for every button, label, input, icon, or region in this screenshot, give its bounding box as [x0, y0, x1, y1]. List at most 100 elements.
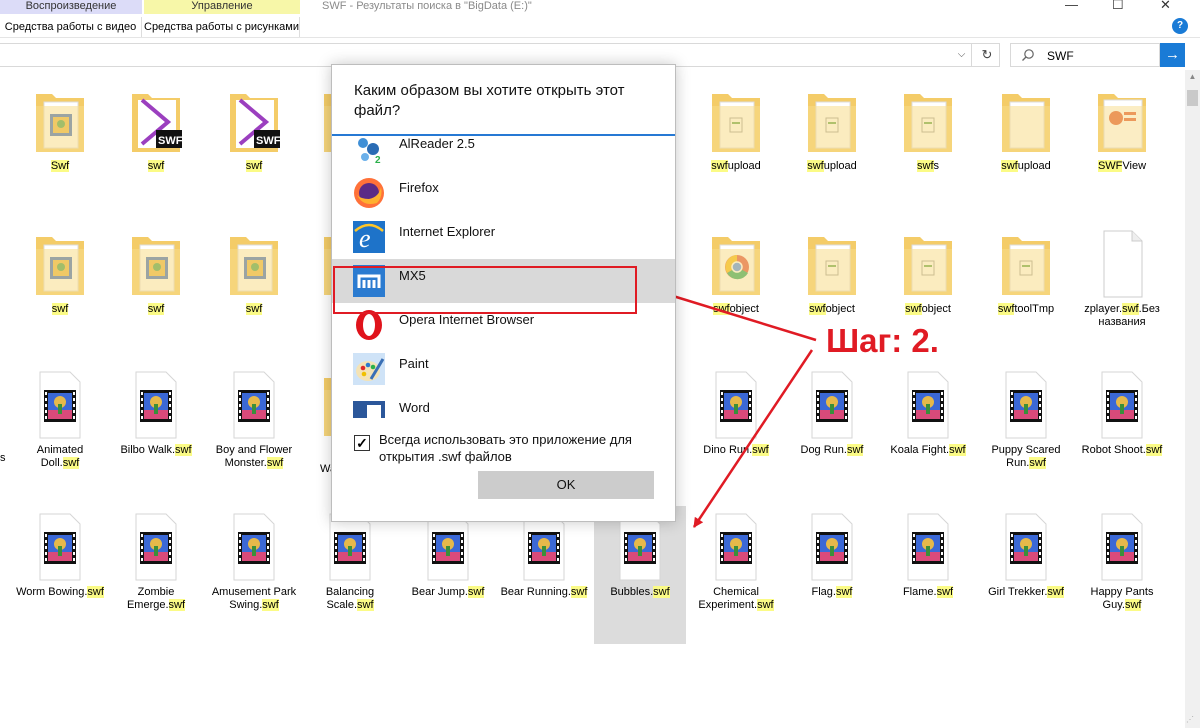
- file-item[interactable]: Bilbo Walk.swf: [110, 368, 202, 457]
- file-item[interactable]: Bear Jump.swf: [402, 510, 494, 599]
- search-match-highlight: swf: [245, 160, 263, 172]
- file-name: Robot Shoot.swf: [1078, 444, 1166, 457]
- app-item-alreader[interactable]: 2 AlReader 2.5: [332, 136, 675, 171]
- tab-manage-heading[interactable]: Управление: [144, 0, 300, 14]
- file-item[interactable]: swf: [110, 227, 202, 316]
- chevron-down-icon[interactable]: ⌵: [952, 44, 972, 66]
- file-name: Koala Fight.swf: [884, 444, 972, 457]
- file-item[interactable]: Girl Trekker.swf: [980, 510, 1072, 599]
- search-match-highlight: swf: [757, 599, 774, 611]
- file-item[interactable]: swfobject: [786, 227, 878, 316]
- file-name: swfobject: [884, 303, 972, 316]
- app-item-firefox[interactable]: Firefox: [332, 171, 675, 215]
- file-item[interactable]: Swf: [14, 84, 106, 173]
- search-match-highlight: Swf: [50, 160, 70, 172]
- file-item[interactable]: swf: [14, 227, 106, 316]
- file-name: Amusement Park Swing.swf: [210, 586, 298, 612]
- file-name: swf: [112, 303, 200, 316]
- ok-button[interactable]: OK: [478, 471, 654, 499]
- file-item[interactable]: Flame.swf: [882, 510, 974, 599]
- search-go-button[interactable]: →: [1160, 43, 1185, 67]
- file-name-prefix: Bilbo Walk.: [120, 444, 176, 456]
- file-name: Bear Jump.swf: [404, 586, 492, 599]
- window-title: SWF - Результаты поиска в "BigData (E:)": [322, 0, 532, 12]
- search-match-highlight: SWF: [1097, 160, 1123, 172]
- file-item[interactable]: SWF swf: [110, 84, 202, 173]
- minimize-icon[interactable]: —: [1065, 0, 1078, 12]
- file-name-prefix: Amusement Park Swing.: [211, 586, 297, 611]
- search-input[interactable]: SWF: [1010, 43, 1160, 67]
- file-item[interactable]: SWF swf: [208, 84, 300, 173]
- file-item[interactable]: Animated Doll.swf: [14, 368, 106, 470]
- scroll-up-icon[interactable]: ▲: [1185, 72, 1200, 81]
- file-item[interactable]: SWFView: [1076, 84, 1168, 173]
- file-name-prefix: Dino Run.: [703, 444, 753, 456]
- file-name: Zombie Emerge.swf: [112, 586, 200, 612]
- file-item[interactable]: swfupload: [980, 84, 1072, 173]
- search-match-highlight: swf: [809, 303, 826, 315]
- video-file-icon: [1076, 368, 1168, 440]
- file-item[interactable]: swfobject: [690, 227, 782, 316]
- file-item[interactable]: Balancing Scale.swf: [304, 510, 396, 612]
- file-item[interactable]: Happy Pants Guy.swf: [1076, 510, 1168, 612]
- file-name: swfupload: [788, 160, 876, 173]
- folder-doc-icon: [882, 227, 974, 299]
- file-item[interactable]: Dog Run.swf: [786, 368, 878, 457]
- close-icon[interactable]: ✕: [1160, 0, 1171, 13]
- search-match-highlight: swf: [936, 586, 954, 598]
- app-name: Word: [399, 400, 430, 415]
- file-name-prefix: Happy Pants Guy.: [1090, 586, 1154, 611]
- file-item[interactable]: Worm Bowing.swf: [14, 510, 106, 599]
- always-use-checkbox[interactable]: ✓: [354, 435, 370, 451]
- file-name: swf: [112, 160, 200, 173]
- file-item[interactable]: Puppy Scared Run.swf: [980, 368, 1072, 470]
- refresh-icon[interactable]: ↻: [975, 44, 999, 66]
- video-file-icon: [786, 368, 878, 440]
- file-name-prefix: Bubbles.: [610, 586, 654, 598]
- maximize-icon[interactable]: ☐: [1112, 0, 1124, 13]
- file-name: Girl Trekker.swf: [982, 586, 1070, 599]
- file-name: Flame.swf: [884, 586, 972, 599]
- file-item[interactable]: Bubbles.swf: [594, 506, 686, 644]
- search-match-highlight: swf: [1001, 160, 1018, 172]
- search-match-highlight: swf: [266, 457, 284, 469]
- file-item[interactable]: swfupload: [786, 84, 878, 173]
- file-item[interactable]: Amusement Park Swing.swf: [208, 510, 300, 612]
- file-item[interactable]: Chemical Experiment.swf: [690, 510, 782, 612]
- video-file-icon: [208, 368, 300, 440]
- file-item[interactable]: Flag.swf: [786, 510, 878, 599]
- file-item[interactable]: Koala Fight.swf: [882, 368, 974, 457]
- file-name-suffix: object: [729, 303, 759, 315]
- search-icon: [1022, 49, 1034, 61]
- tab-playback-heading[interactable]: Воспроизведение: [0, 0, 142, 14]
- app-item-paint[interactable]: Paint: [332, 347, 675, 391]
- dialog-title: Каким образом вы хотите открыть этот фай…: [354, 82, 625, 119]
- file-item[interactable]: swfupload: [690, 84, 782, 173]
- file-item[interactable]: Robot Shoot.swf: [1076, 368, 1168, 457]
- file-name: Bubbles.swf: [596, 586, 684, 599]
- folder-doc-icon: [786, 84, 878, 156]
- search-match-highlight: swf: [51, 303, 69, 315]
- file-item[interactable]: swf: [208, 227, 300, 316]
- app-item-word[interactable]: Word: [332, 391, 675, 418]
- app-item-internet-explorer[interactable]: e Internet Explorer: [332, 215, 675, 259]
- file-item[interactable]: zplayer.swf.Без названия: [1076, 227, 1168, 329]
- vertical-scrollbar[interactable]: ▲ ⋰: [1185, 70, 1200, 728]
- file-item[interactable]: Boy and Flower Monster.swf: [208, 368, 300, 470]
- file-item[interactable]: Dino Run.swf: [690, 368, 782, 457]
- tab-picture-tools[interactable]: Средства работы с рисунками: [144, 17, 300, 37]
- file-item[interactable]: Bear Running.swf: [498, 510, 590, 599]
- file-name-suffix: toolTmp: [1014, 303, 1055, 315]
- file-item[interactable]: swfobject: [882, 227, 974, 316]
- folder-video-icon: [14, 227, 106, 299]
- help-icon[interactable]: ?: [1172, 18, 1188, 34]
- file-item[interactable]: swftoolTmp: [980, 227, 1072, 316]
- file-item[interactable]: Zombie Emerge.swf: [110, 510, 202, 612]
- svg-text:2: 2: [375, 155, 381, 165]
- file-item[interactable]: swfs: [882, 84, 974, 173]
- search-match-highlight: swf: [807, 160, 824, 172]
- tab-video-tools[interactable]: Средства работы с видео: [0, 17, 142, 37]
- swf-file-icon: SWF: [208, 84, 300, 156]
- scrollbar-thumb[interactable]: [1187, 90, 1198, 106]
- search-match-highlight: swf: [168, 599, 186, 611]
